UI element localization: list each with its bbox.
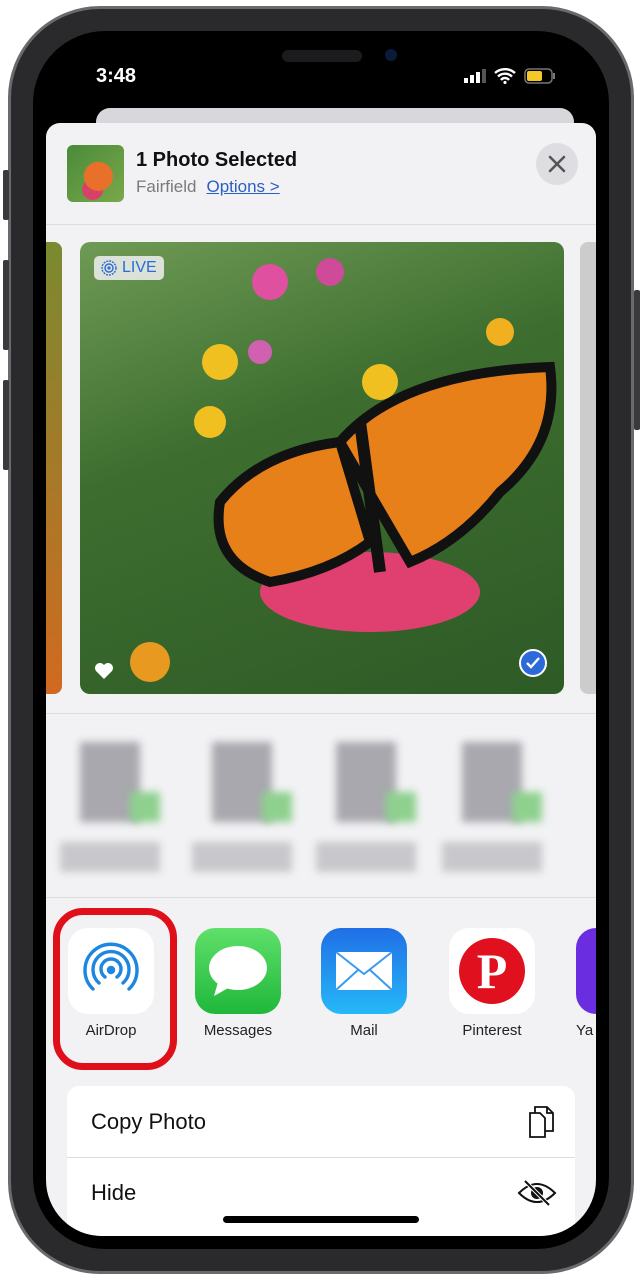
close-icon	[548, 155, 566, 173]
yahoo-icon	[576, 928, 596, 1014]
action-copy-photo[interactable]: Copy Photo	[67, 1086, 575, 1157]
checkmark-icon[interactable]	[518, 648, 548, 678]
airdrop-contacts-row	[46, 713, 596, 898]
battery-icon	[524, 68, 555, 84]
share-header: 1 Photo Selected Fairfield Options >	[46, 123, 596, 225]
share-subtitle: Fairfield Options >	[136, 177, 280, 197]
wifi-icon	[494, 68, 516, 84]
contact-suggestion[interactable]	[442, 732, 542, 882]
live-photo-icon	[101, 260, 117, 276]
screen: 3:48 1 Photo Selected Fairfield Options >…	[46, 48, 596, 1236]
home-indicator[interactable]	[223, 1216, 419, 1223]
share-title: 1 Photo Selected	[136, 149, 298, 171]
silent-switch	[3, 170, 9, 220]
status-icons	[464, 68, 556, 84]
status-time: 3:48	[96, 65, 137, 87]
app-label: Pinterest	[462, 1022, 522, 1039]
action-label: Copy Photo	[91, 1108, 206, 1134]
share-sheet: 1 Photo Selected Fairfield Options > LIVE…	[46, 123, 596, 1236]
camera	[385, 49, 397, 61]
next-photo[interactable]	[580, 242, 596, 694]
side-button	[634, 290, 640, 430]
airdrop-highlight-annotation	[53, 908, 177, 1070]
app-label: Messages	[203, 1022, 273, 1039]
app-pinterest[interactable]: P Pinterest	[437, 928, 547, 1039]
actions-list: Copy Photo Hide	[67, 1086, 575, 1236]
eye-slash-icon	[517, 1179, 557, 1207]
app-messages[interactable]: Messages	[183, 928, 293, 1039]
previous-photo[interactable]	[46, 242, 62, 694]
copy-icon	[529, 1105, 554, 1138]
options-link[interactable]: Options >	[206, 177, 279, 196]
selected-photo[interactable]: LIVE	[80, 242, 564, 694]
volume-up-button	[3, 260, 9, 350]
close-button[interactable]	[536, 143, 578, 185]
heart-icon[interactable]	[94, 662, 114, 680]
live-label: LIVE	[122, 259, 157, 276]
pinterest-icon: P	[449, 928, 535, 1014]
contact-suggestion[interactable]	[316, 732, 416, 882]
live-badge[interactable]: LIVE	[94, 256, 164, 280]
app-mail[interactable]: Mail	[309, 928, 419, 1039]
contact-suggestion[interactable]	[60, 732, 160, 882]
cellular-signal-icon	[464, 69, 486, 83]
volume-down-button	[3, 380, 9, 470]
svg-text:P: P	[477, 943, 508, 999]
contact-suggestion[interactable]	[192, 732, 292, 882]
app-label: Mail	[350, 1022, 378, 1039]
app-yahoo[interactable]: Ya	[563, 928, 596, 1039]
photo-thumbnail	[67, 145, 124, 202]
butterfly-photo-image	[130, 258, 557, 682]
app-label: Ya	[576, 1022, 594, 1039]
speaker	[282, 50, 362, 62]
location-label: Fairfield	[136, 177, 197, 196]
action-label: Hide	[91, 1180, 137, 1205]
messages-icon	[195, 928, 281, 1014]
mail-icon	[321, 928, 407, 1014]
